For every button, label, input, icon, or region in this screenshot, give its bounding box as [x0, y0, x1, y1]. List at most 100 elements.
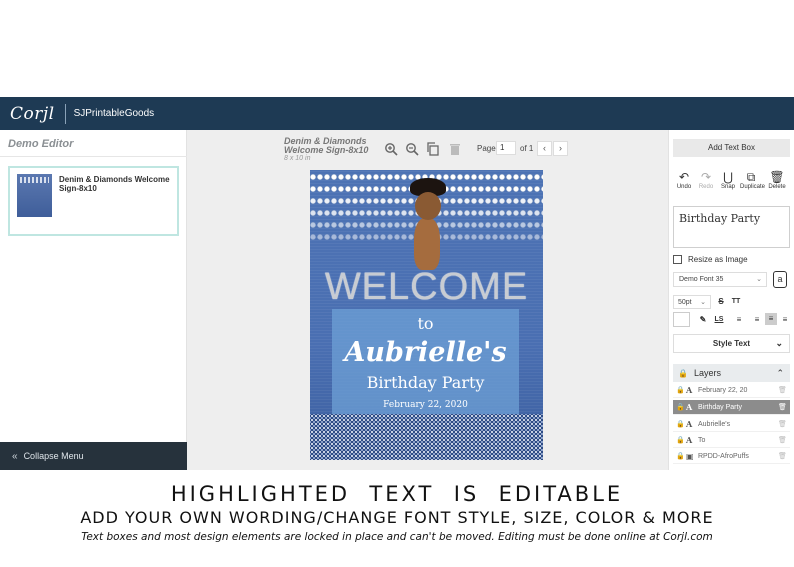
template-thumbnail — [17, 174, 52, 217]
redo-label: Redo — [698, 184, 714, 190]
layer-name: RPDD-AfroPuffs — [698, 452, 749, 460]
redo-button[interactable]: ↷ Redo — [695, 170, 717, 190]
trash-icon[interactable]: 🗑 — [778, 452, 790, 460]
text-layer-icon: A — [686, 402, 693, 412]
add-text-box-button[interactable]: Add Text Box — [673, 139, 790, 157]
page: Corjl SJPrintableGoods Demo Editor Denim… — [0, 0, 794, 567]
caption-note: Text boxes and most design elements are … — [81, 531, 713, 543]
strikethrough-icon[interactable]: S — [715, 296, 727, 308]
layer-name: To — [698, 436, 706, 444]
text-layer-icon: A — [686, 385, 693, 395]
layers-title: Layers — [693, 368, 721, 378]
layer-name: February 22, 20 — [698, 386, 748, 394]
panel-divider — [0, 156, 187, 157]
align-center-icon[interactable]: ≡ — [765, 313, 777, 325]
trash-icon[interactable]: 🗑 — [778, 386, 790, 394]
shop-name: SJPrintableGoods — [73, 108, 155, 119]
copy-icon[interactable] — [426, 142, 440, 156]
page-count: of 1 — [520, 144, 534, 153]
trash-icon[interactable] — [448, 142, 462, 156]
text-layer-icon: A — [686, 435, 693, 445]
zoom-in-icon[interactable] — [384, 142, 398, 156]
font-size-select[interactable]: 50pt ⌄ — [673, 295, 711, 309]
date-text[interactable]: February 22, 2020 — [332, 400, 519, 410]
text-layer-icon: A — [686, 419, 693, 429]
event-text[interactable]: Birthday Party — [332, 373, 519, 392]
text-panel: to Aubrielle's Birthday Party February 2… — [332, 309, 519, 415]
chevron-down-icon: ⌄ — [775, 338, 783, 348]
template-name: Denim & Diamonds Welcome Sign-8x10 — [59, 175, 170, 193]
duplicate-icon: ⧉ — [746, 170, 756, 184]
lock-icon: 🔒 — [676, 453, 685, 460]
font-select-value: Demo Font 35 — [679, 276, 724, 283]
font-select[interactable]: Demo Font 35 ⌄ — [673, 272, 767, 287]
layer-item[interactable]: 🔒 ▣ RPDD-AfroPuffs 🗑 — [673, 449, 790, 464]
trash-icon[interactable]: 🗑 — [778, 420, 790, 428]
letter-spacing-icon[interactable]: LS — [713, 314, 725, 326]
layer-item[interactable]: 🔒 A Aubrielle's 🗑 — [673, 417, 790, 432]
style-text-label: Style Text — [712, 339, 751, 348]
chevron-down-icon: ⌄ — [700, 299, 706, 306]
snap-button[interactable]: ⋃ Snap — [717, 170, 739, 190]
page-number-input[interactable]: 1 — [496, 141, 516, 155]
next-page-button[interactable]: › — [553, 141, 568, 156]
all-caps-icon[interactable]: TT — [730, 296, 742, 308]
chevron-right-icon: › — [559, 143, 562, 153]
left-panel: Demo Editor Denim & Diamonds Welcome Sig… — [0, 130, 187, 470]
snap-icon: ⋃ — [723, 170, 733, 184]
layer-name: Aubrielle's — [698, 420, 731, 428]
canvas-area: Denim & Diamonds Welcome Sign-8x10 8 x 1… — [187, 130, 668, 470]
redo-icon: ↷ — [700, 170, 712, 184]
to-text[interactable]: to — [332, 314, 519, 333]
chevron-left-icon: ‹ — [543, 143, 546, 153]
layer-item[interactable]: 🔒 A Birthday Party 🗑 — [673, 400, 790, 415]
line-height-icon[interactable]: ≡ — [733, 314, 745, 326]
caption-headline: HIGHLIGHTED TEXT IS EDITABLE — [170, 482, 624, 506]
lock-icon: 🔒 — [676, 437, 685, 444]
corjl-logo[interactable]: Corjl — [10, 104, 55, 124]
design-canvas[interactable]: WELCOME to Aubrielle's Birthday Party Fe… — [310, 170, 543, 460]
panel-title: Demo Editor — [8, 138, 74, 150]
name-text[interactable]: Aubrielle's — [332, 337, 519, 368]
layer-item[interactable]: 🔒 A To 🗑 — [673, 433, 790, 448]
resize-as-image-toggle[interactable]: Resize as Image — [673, 255, 748, 264]
lock-icon[interactable]: a — [773, 271, 787, 288]
undo-label: Undo — [676, 184, 692, 190]
layer-name: Birthday Party — [698, 403, 742, 411]
chevron-up-icon: ⌃ — [776, 367, 784, 378]
layers-header[interactable]: 🔒 Layers ⌃ — [673, 364, 790, 382]
double-chevron-left-icon: « — [12, 450, 18, 462]
lock-icon: 🔒 — [678, 368, 688, 378]
collapse-menu-button[interactable]: « Collapse Menu — [0, 442, 187, 470]
layer-item[interactable]: 🔒 A February 22, 20 🗑 — [673, 383, 790, 398]
lock-icon: 🔒 — [676, 404, 685, 411]
color-swatch[interactable] — [673, 312, 690, 327]
undo-button[interactable]: ↶ Undo — [673, 170, 695, 190]
page-label: Page — [477, 144, 496, 153]
delete-label: Delete — [768, 184, 786, 190]
duplicate-button[interactable]: ⧉ Duplicate — [740, 170, 765, 190]
template-card[interactable]: Denim & Diamonds Welcome Sign-8x10 — [8, 166, 179, 236]
eyedropper-icon[interactable]: ✎ — [697, 314, 709, 326]
align-left-icon[interactable]: ≡ — [751, 314, 763, 326]
glitter-band — [310, 414, 543, 460]
welcome-text: WELCOME — [324, 266, 529, 308]
style-text-dropdown[interactable]: Style Text ⌄ — [673, 334, 790, 353]
resize-checkbox[interactable] — [673, 255, 682, 264]
baby-illustration[interactable] — [414, 218, 440, 270]
trash-icon[interactable]: 🗑 — [778, 403, 790, 411]
baby-head — [415, 192, 441, 220]
header-divider — [64, 103, 66, 124]
chevron-down-icon: ⌄ — [756, 276, 762, 283]
trash-icon[interactable]: 🗑 — [778, 436, 790, 444]
prev-page-button[interactable]: ‹ — [537, 141, 552, 156]
delete-button[interactable]: 🗑 Delete — [766, 170, 788, 190]
align-right-icon[interactable]: ≡ — [779, 314, 791, 326]
right-panel: Add Text Box ↶ Undo ↷ Redo ⋃ Snap ⧉ Dupl… — [668, 130, 794, 470]
zoom-out-icon[interactable] — [405, 142, 419, 156]
snap-label: Snap — [720, 184, 735, 190]
document-title: Denim & Diamonds Welcome Sign-8x10 — [284, 136, 369, 155]
resize-label: Resize as Image — [688, 255, 748, 264]
text-edit-field[interactable]: Birthday Party — [673, 206, 790, 248]
image-layer-icon: ▣ — [686, 451, 694, 461]
